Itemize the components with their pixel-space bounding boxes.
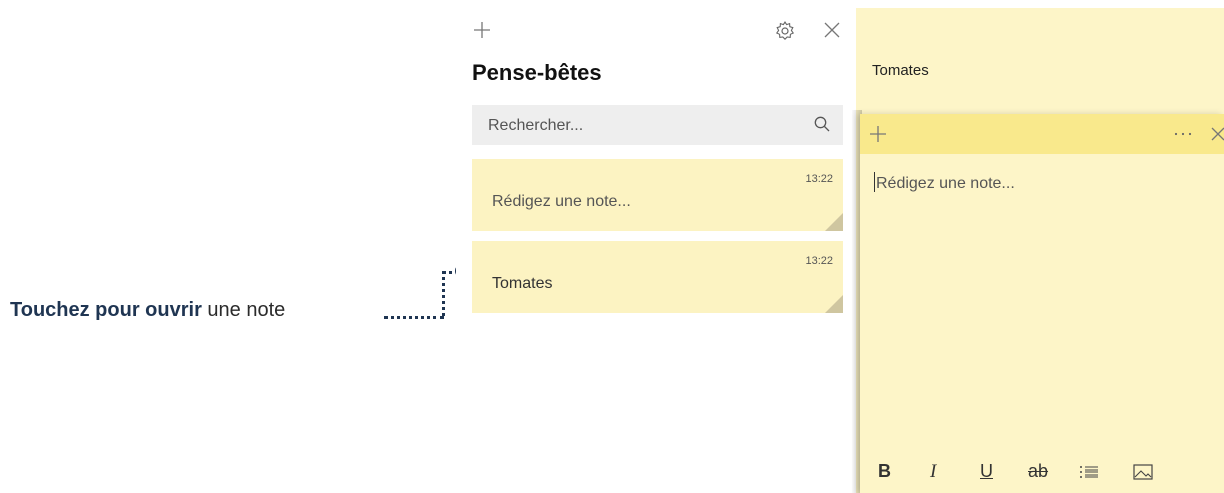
format-toolbar: B I U ab bbox=[860, 453, 1224, 493]
editor-placeholder: Rédigez une note... bbox=[876, 175, 1015, 192]
strikethrough-button[interactable]: ab bbox=[1028, 461, 1048, 485]
note-time: 13:22 bbox=[805, 173, 833, 185]
callout-bold: Touchez pour ouvrir bbox=[10, 299, 202, 321]
callout-text: Touchez pour ouvrir une note bbox=[10, 299, 285, 322]
bold-button[interactable]: B bbox=[878, 461, 891, 485]
more-icon[interactable] bbox=[1172, 124, 1194, 144]
gear-icon[interactable] bbox=[774, 20, 796, 42]
callout-rest: une note bbox=[201, 299, 286, 321]
note-text: Rédigez une note... bbox=[492, 193, 631, 210]
note-card[interactable]: 13:22 Tomates bbox=[472, 241, 843, 313]
close-icon[interactable] bbox=[822, 20, 842, 40]
callout-connector-horizontal bbox=[384, 316, 444, 319]
image-icon[interactable] bbox=[1132, 461, 1154, 485]
note-card[interactable]: 13:22 Rédigez une note... bbox=[472, 159, 843, 231]
search-icon[interactable] bbox=[813, 115, 831, 133]
italic-button[interactable]: I bbox=[930, 461, 936, 485]
close-icon[interactable] bbox=[1209, 124, 1224, 144]
note-window: Rédigez une note... B I U ab bbox=[860, 114, 1224, 493]
note-editor[interactable]: Rédigez une note... bbox=[874, 172, 1015, 193]
add-icon[interactable] bbox=[472, 20, 492, 40]
note-header[interactable] bbox=[860, 114, 1224, 154]
note-fold bbox=[825, 213, 843, 231]
note-time: 13:22 bbox=[805, 255, 833, 267]
callout-connector-vertical bbox=[442, 271, 445, 316]
search-box[interactable] bbox=[472, 105, 843, 147]
note-text: Tomates bbox=[492, 275, 553, 292]
add-icon[interactable] bbox=[868, 124, 888, 144]
text-caret bbox=[874, 172, 875, 192]
underline-button[interactable]: U bbox=[980, 461, 993, 485]
search-input[interactable] bbox=[486, 105, 790, 147]
background-note-text: Tomates bbox=[872, 62, 929, 79]
notes-list-panel: Pense-bêtes 13:22 Rédigez une note... 13… bbox=[456, 8, 856, 493]
note-fold bbox=[825, 295, 843, 313]
panel-title: Pense-bêtes bbox=[472, 60, 602, 85]
bullet-list-icon[interactable] bbox=[1078, 461, 1100, 485]
